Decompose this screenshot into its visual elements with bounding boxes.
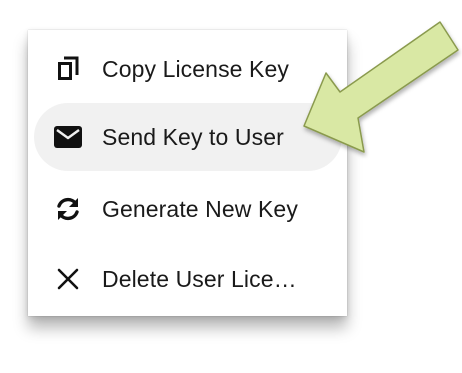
menu-item-label: Generate New Key bbox=[102, 195, 298, 222]
refresh-icon bbox=[54, 195, 82, 223]
delete-user-license-menu-item[interactable]: Delete User Lice… bbox=[34, 245, 342, 313]
send-key-to-user-menu-item[interactable]: Send Key to User bbox=[34, 103, 342, 171]
close-icon bbox=[54, 265, 82, 293]
menu-item-label: Delete User Lice… bbox=[102, 265, 297, 292]
generate-new-key-menu-item[interactable]: Generate New Key bbox=[34, 175, 342, 243]
menu-item-label: Copy License Key bbox=[102, 55, 289, 82]
copy-license-key-menu-item[interactable]: Copy License Key bbox=[34, 35, 342, 103]
envelope-icon bbox=[54, 123, 82, 151]
copy-icon bbox=[54, 55, 82, 83]
menu-item-label: Send Key to User bbox=[102, 123, 284, 150]
context-menu: Copy License Key Send Key to User Genera… bbox=[28, 30, 347, 316]
screenshot-stage: Copy License Key Send Key to User Genera… bbox=[0, 0, 462, 373]
